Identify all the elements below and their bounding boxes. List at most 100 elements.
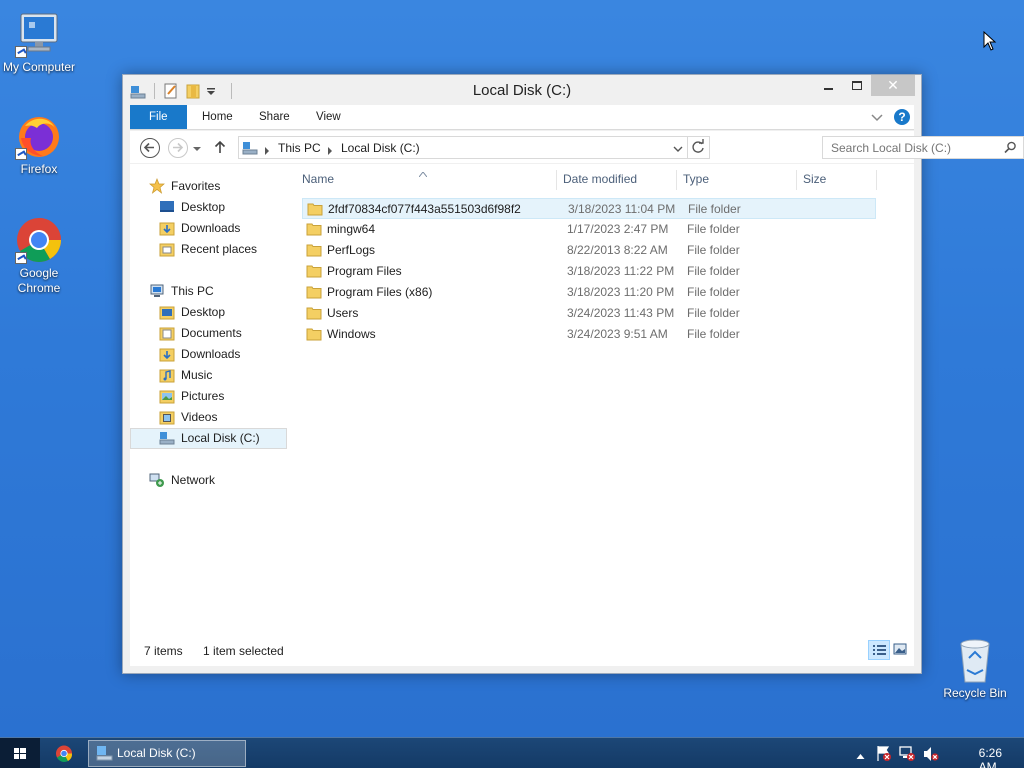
nav-fav-downloads[interactable]: Downloads <box>130 218 287 239</box>
breadcrumb-this-pc[interactable]: This PC <box>278 141 321 155</box>
videos-folder-icon <box>159 410 175 425</box>
desktop-icon-chrome[interactable]: Google Chrome <box>0 216 81 296</box>
file-name: 2fdf70834cf077f443a551503d6f98f2 <box>328 202 521 216</box>
file-date: 3/18/2023 11:22 PM <box>567 264 675 278</box>
folder-icon <box>306 285 322 299</box>
drive-icon <box>242 140 258 159</box>
tab-view[interactable]: View <box>303 105 354 129</box>
file-name: Program Files <box>327 264 402 278</box>
nav-fav-recent-places[interactable]: Recent places <box>130 239 287 260</box>
file-row[interactable]: PerfLogs 8/22/2013 8:22 AM File folder <box>302 240 876 261</box>
column-header-size[interactable]: Size <box>803 172 826 186</box>
nav-pc-music[interactable]: Music <box>130 365 287 386</box>
search-input[interactable] <box>823 137 993 158</box>
nav-pc-downloads[interactable]: Downloads <box>130 344 287 365</box>
taskbar-chrome-button[interactable] <box>47 740 81 767</box>
up-button[interactable] <box>212 139 228 155</box>
desktop-icon-firefox[interactable]: Firefox <box>0 112 81 177</box>
expand-ribbon-icon[interactable] <box>870 110 884 124</box>
close-button[interactable]: ✕ <box>871 75 915 96</box>
file-date: 3/18/2023 11:04 PM <box>568 202 676 216</box>
refresh-button[interactable] <box>688 136 710 159</box>
title-bar[interactable]: Local Disk (C:) ✕ <box>123 75 921 105</box>
file-date: 3/24/2023 11:43 PM <box>567 306 675 320</box>
file-row[interactable]: Users 3/24/2023 11:43 PM File folder <box>302 303 876 324</box>
column-header-name[interactable]: Name <box>302 172 334 186</box>
file-row[interactable]: 2fdf70834cf077f443a551503d6f98f2 3/18/20… <box>302 198 876 219</box>
address-bar[interactable]: This PC Local Disk (C:) <box>238 136 688 159</box>
up-arrow-icon <box>214 140 226 153</box>
file-type: File folder <box>687 285 740 299</box>
status-selection: 1 item selected <box>203 644 284 658</box>
breadcrumb-local-disk[interactable]: Local Disk (C:) <box>341 141 420 155</box>
file-row[interactable]: Windows 3/24/2023 9:51 AM File folder <box>302 324 876 345</box>
nav-network[interactable]: Network <box>130 470 287 491</box>
nav-pc-desktop[interactable]: Desktop <box>130 302 287 323</box>
tab-file[interactable]: File <box>130 105 187 129</box>
column-separator[interactable] <box>676 170 677 190</box>
tab-share[interactable]: Share <box>246 105 303 129</box>
folder-icon <box>306 243 322 257</box>
nav-label: Favorites <box>171 179 221 193</box>
nav-this-pc[interactable]: This PC <box>130 281 287 302</box>
folder-icon <box>306 306 322 320</box>
show-hidden-icons-icon[interactable] <box>856 749 865 763</box>
desktop-icon-label: Google Chrome <box>17 266 61 295</box>
close-icon: ✕ <box>887 77 899 93</box>
taskbar-explorer-button[interactable]: Local Disk (C:) <box>88 740 246 767</box>
tab-home[interactable]: Home <box>189 105 246 129</box>
help-icon[interactable]: ? <box>894 109 910 125</box>
nav-pc-pictures[interactable]: Pictures <box>130 386 287 407</box>
recent-locations-button[interactable] <box>192 143 202 153</box>
music-folder-icon <box>159 368 175 383</box>
large-icons-view-button[interactable] <box>890 640 912 660</box>
volume-muted-icon[interactable] <box>923 746 939 765</box>
column-separator[interactable] <box>876 170 877 190</box>
taskbar-clock[interactable]: 6:26 AM <box>979 746 1002 768</box>
nav-label: Documents <box>181 326 242 340</box>
taskbar: Local Disk (C:) 6:26 AM <box>0 737 1024 768</box>
file-date: 3/18/2023 11:20 PM <box>567 285 675 299</box>
column-header-type[interactable]: Type <box>683 172 709 186</box>
desktop-icon-my-computer[interactable]: My Computer <box>0 10 81 75</box>
details-view-button[interactable] <box>868 640 890 660</box>
computer-icon <box>15 10 63 58</box>
downloads-folder-icon <box>159 347 175 362</box>
nav-favorites[interactable]: Favorites <box>130 176 287 197</box>
file-list: Name Date modified Type Size 2fdf70834cf… <box>298 164 914 636</box>
recent-places-icon <box>159 242 175 257</box>
column-header-date-modified[interactable]: Date modified <box>563 172 637 186</box>
forward-button[interactable] <box>168 138 188 158</box>
firefox-icon <box>15 112 63 160</box>
folder-icon <box>306 327 322 341</box>
nav-pc-local-disk[interactable]: Local Disk (C:) <box>130 428 287 449</box>
address-dropdown-icon[interactable] <box>673 143 683 157</box>
file-name: Windows <box>327 327 376 341</box>
network-icon <box>149 473 165 488</box>
back-button[interactable] <box>140 138 160 158</box>
explorer-window[interactable]: Local Disk (C:) ✕ File Home Share View ? <box>122 74 1024 674</box>
file-row[interactable]: Program Files 3/18/2023 11:22 PM File fo… <box>302 261 876 282</box>
action-center-icon[interactable] <box>876 745 892 765</box>
nav-fav-desktop[interactable]: Desktop <box>130 197 287 218</box>
start-button[interactable] <box>0 738 40 768</box>
network-status-icon[interactable] <box>899 745 916 765</box>
maximize-button[interactable] <box>843 75 871 96</box>
column-separator[interactable] <box>796 170 797 190</box>
search-box[interactable] <box>822 136 1024 159</box>
folder-icon <box>307 202 323 216</box>
nav-pc-videos[interactable]: Videos <box>130 407 287 428</box>
file-row[interactable]: Program Files (x86) 3/18/2023 11:20 PM F… <box>302 282 876 303</box>
search-icon[interactable] <box>1004 141 1017 157</box>
file-row[interactable]: mingw64 1/17/2023 2:47 PM File folder <box>302 219 876 240</box>
desktop-icon-label: Firefox <box>20 162 58 176</box>
file-name: mingw64 <box>327 222 376 236</box>
desktop-icon-recycle-bin[interactable]: Recycle Bin <box>933 636 1017 701</box>
column-separator[interactable] <box>556 170 557 190</box>
taskbar-explorer-label: Local Disk (C:) <box>117 746 196 760</box>
nav-pc-documents[interactable]: Documents <box>130 323 287 344</box>
minimize-button[interactable] <box>815 75 843 96</box>
desktop-folder-icon <box>159 200 175 215</box>
window-title: Local Disk (C:) <box>472 82 572 99</box>
file-type: File folder <box>687 222 740 236</box>
